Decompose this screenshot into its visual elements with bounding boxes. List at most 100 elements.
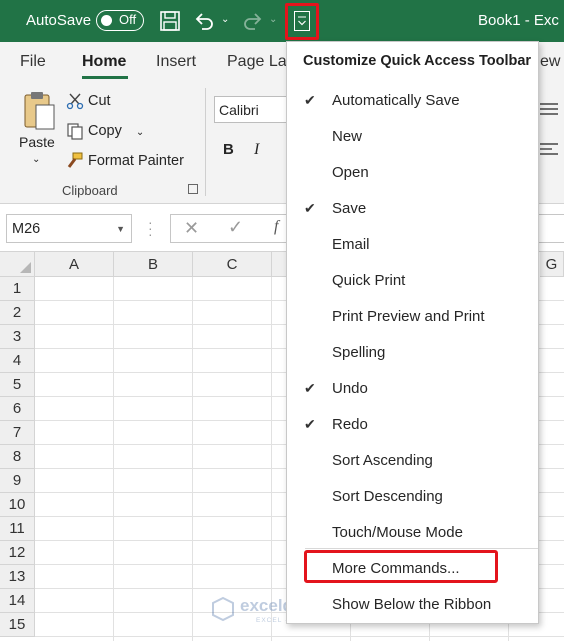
column-header-g[interactable]: G [540,252,564,277]
active-tab-indicator [82,76,128,79]
menu-item[interactable]: ✔ Redo [287,407,538,443]
copy-dropdown-icon[interactable]: ⌄ [136,127,144,138]
italic-button[interactable]: I [254,141,259,159]
menu-item-label: Sort Ascending [332,452,433,469]
bold-button[interactable]: B [223,141,234,158]
row-header[interactable]: 7 [0,421,35,445]
column-header-b[interactable]: B [114,252,193,277]
undo-dropdown-icon[interactable]: ⌄ [221,14,229,25]
row-header[interactable]: 4 [0,349,35,373]
name-box-value: M26 [12,221,41,237]
menu-item-label: Undo [332,380,368,397]
menu-item-label: Sort Descending [332,488,443,505]
customize-qat-button[interactable] [285,3,319,40]
more-commands-highlight [304,550,498,583]
row-header[interactable]: 5 [0,373,35,397]
clipboard-launcher-icon[interactable] [188,184,198,194]
font-name-field[interactable]: Calibri [214,96,294,123]
checkmark-icon: ✔ [304,92,316,108]
tab-insert[interactable]: Insert [156,53,196,71]
autosave-label: AutoSave [26,12,92,29]
align-left-icon[interactable] [540,142,558,156]
checkmark-icon: ✔ [304,200,316,216]
menu-item-label: Open [332,164,369,181]
column-header-c[interactable]: C [193,252,272,277]
row-header[interactable]: 6 [0,397,35,421]
resize-handle-icon[interactable]: · · · [148,215,153,241]
show-below-label: Show Below the Ribbon [332,596,492,613]
cut-button[interactable]: Cut [66,92,111,110]
menu-item-label: Email [332,236,370,253]
menu-item[interactable]: Email [287,227,538,263]
menu-item-label: Save [332,200,367,217]
menu-item-label: Touch/Mouse Mode [332,524,463,541]
save-icon[interactable] [159,10,181,32]
scissors-icon [66,93,84,110]
menu-item[interactable]: ✔ Automatically Save [287,83,538,119]
menu-header: Customize Quick Access Toolbar [303,53,532,69]
menu-item[interactable]: Sort Ascending [287,443,538,479]
menu-item[interactable]: Print Preview and Print [287,299,538,335]
row-header[interactable]: 10 [0,493,35,517]
menu-item-show-below-ribbon[interactable]: Show Below the Ribbon [287,587,538,623]
menu-item[interactable]: ✔ Undo [287,371,538,407]
menu-item-label: New [332,128,363,145]
redo-dropdown-icon[interactable]: ⌄ [269,14,277,25]
row-header[interactable]: 1 [0,277,35,301]
paste-icon[interactable] [22,90,56,134]
autosave-toggle[interactable]: Off [96,10,144,31]
name-box[interactable]: M26 ▼ [6,214,132,243]
name-box-dropdown-icon[interactable]: ▼ [116,224,125,234]
row-header[interactable]: 14 [0,589,35,613]
menu-item-label: Print Preview and Print [332,308,485,325]
row-header[interactable]: 8 [0,445,35,469]
tab-page-layout[interactable]: Page La [227,53,287,71]
paste-button[interactable]: Paste [19,134,55,150]
redo-icon[interactable] [242,10,264,32]
select-all-button[interactable] [0,252,35,277]
menu-item-label: Automatically Save [332,92,460,109]
autosave-state: Off [119,12,137,27]
watermark-logo-icon [212,596,234,622]
toggle-knob [101,14,112,26]
checkmark-icon: ✔ [304,416,316,432]
menu-item[interactable]: Sort Descending [287,479,538,515]
cancel-icon[interactable]: ✕ [184,218,199,239]
row-header[interactable]: 13 [0,565,35,589]
menu-item[interactable]: Open [287,155,538,191]
column-header-a[interactable]: A [35,252,114,277]
row-header[interactable]: 12 [0,541,35,565]
undo-icon[interactable] [193,10,215,32]
copy-label: Copy [88,122,122,139]
menu-item[interactable]: Touch/Mouse Mode [287,515,538,551]
checkmark-icon: ✔ [304,380,316,396]
tab-view[interactable]: ew [540,53,560,71]
tab-home[interactable]: Home [82,53,126,71]
copy-button[interactable]: Copy ⌄ [66,122,144,140]
row-header[interactable]: 15 [0,613,35,637]
row-header[interactable]: 11 [0,517,35,541]
row-header[interactable]: 3 [0,325,35,349]
align-top-icon[interactable] [540,102,558,116]
menu-item[interactable]: New [287,119,538,155]
enter-icon[interactable]: ✓ [228,217,243,238]
customize-qat-icon [294,11,310,31]
customize-qat-menu: Customize Quick Access Toolbar ✔ Automati… [286,41,539,624]
menu-item-label: Redo [332,416,368,433]
insert-function-icon[interactable]: f [274,218,278,236]
format-painter-button[interactable]: Format Painter [66,152,184,170]
row-header[interactable]: 9 [0,469,35,493]
clipboard-group-label: Clipboard [62,183,118,198]
window-title: Book1 - Exc [478,12,559,29]
title-bar: AutoSave Off ⌄ ⌄ Book1 - Exc [0,0,564,42]
menu-item[interactable]: Quick Print [287,263,538,299]
tab-file[interactable]: File [20,53,46,71]
menu-item-label: Spelling [332,344,386,361]
menu-item[interactable]: ✔ Save [287,191,538,227]
menu-separator [305,548,538,549]
menu-item[interactable]: Spelling [287,335,538,371]
paste-dropdown-icon[interactable]: ⌄ [32,154,40,165]
brush-icon [67,152,83,168]
group-separator [205,88,206,196]
row-header[interactable]: 2 [0,301,35,325]
